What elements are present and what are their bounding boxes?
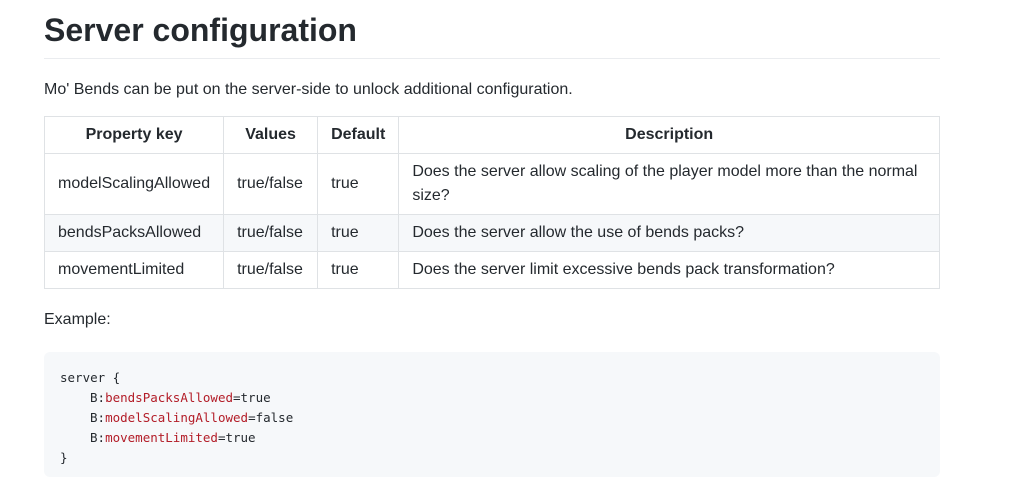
page-title: Server configuration	[44, 0, 940, 59]
header-values: Values	[223, 116, 319, 154]
code-line: B:movementLimited=true	[60, 428, 924, 448]
cell-property-key: bendsPacksAllowed	[43, 214, 225, 252]
markdown-body: Server configuration Mo' Bends can be pu…	[43, 0, 940, 477]
cell-default: true	[317, 153, 400, 215]
cell-property-key: modelScalingAllowed	[43, 153, 225, 215]
code-line-close: }	[60, 450, 68, 465]
table-row: modelScalingAllowed true/false true Does…	[43, 153, 940, 215]
cell-values: true/false	[223, 251, 319, 289]
cell-description: Does the server allow the use of bends p…	[398, 214, 940, 252]
code-key: movementLimited	[105, 430, 218, 445]
code-value: =false	[248, 410, 294, 425]
code-block: server {B:bendsPacksAllowed=true B:modelS…	[44, 352, 940, 477]
table-row: bendsPacksAllowed true/false true Does t…	[43, 214, 940, 252]
cell-values: true/false	[223, 214, 319, 252]
header-default: Default	[317, 116, 400, 154]
code-line: B:bendsPacksAllowed=true	[60, 388, 924, 408]
header-property-key: Property key	[43, 116, 225, 154]
table-row: movementLimited true/false true Does the…	[43, 251, 940, 289]
code-prefix: B:	[90, 410, 106, 425]
property-table: Property key Values Default Description …	[43, 116, 940, 289]
code-key: modelScalingAllowed	[105, 410, 249, 425]
code-line-open: server {	[60, 370, 121, 385]
cell-description: Does the server allow scaling of the pla…	[398, 153, 940, 215]
cell-default: true	[317, 214, 400, 252]
code-line: B:modelScalingAllowed=false	[60, 408, 924, 428]
table-header-row: Property key Values Default Description	[43, 116, 940, 154]
cell-description: Does the server limit excessive bends pa…	[398, 251, 940, 289]
header-description: Description	[398, 116, 940, 154]
code-prefix: B:	[90, 430, 106, 445]
cell-property-key: movementLimited	[43, 251, 225, 289]
code-key: bendsPacksAllowed	[105, 390, 233, 405]
example-label: Example:	[44, 311, 111, 328]
code-value: =true	[217, 430, 256, 445]
intro-paragraph: Mo' Bends can be put on the server-side …	[44, 81, 573, 98]
code-value: =true	[233, 390, 271, 405]
code-prefix: B:	[90, 390, 106, 405]
cell-default: true	[317, 251, 400, 289]
cell-values: true/false	[223, 153, 319, 215]
